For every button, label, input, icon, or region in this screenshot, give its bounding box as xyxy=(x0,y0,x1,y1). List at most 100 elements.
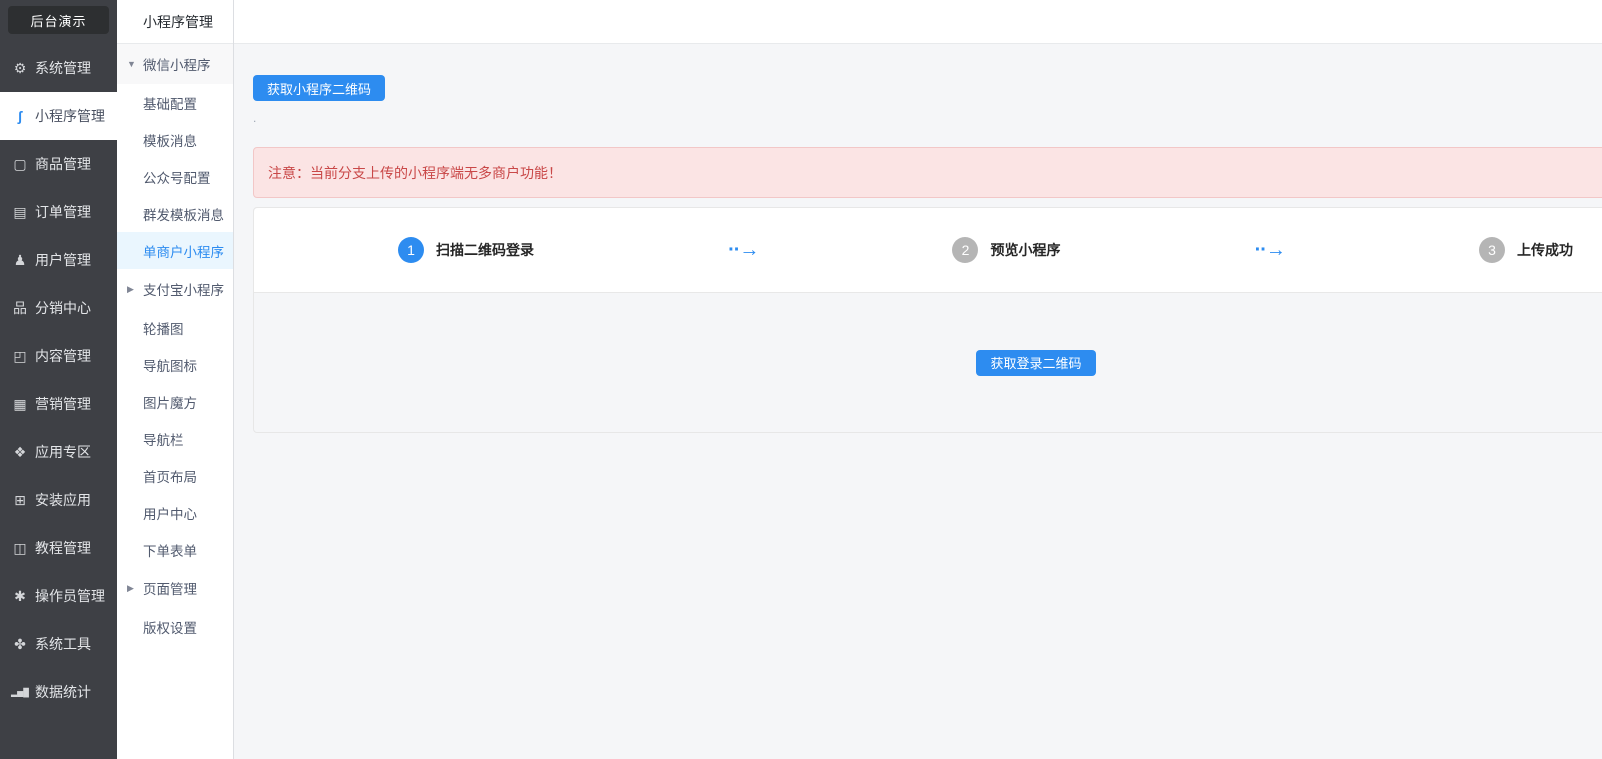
sidebar-item-label: 系统管理 xyxy=(35,60,91,76)
steps-bar: 1 扫描二维码登录 ··→ 2 预览小程序 ··→ 3 上传成功 xyxy=(254,208,1602,293)
primary-nav: ⚙ 系统管理 ʃ 小程序管理 ▢ 商品管理 ▤ 订单管理 ♟ 用户管理品分销中心 ◰ 内容管理 ▦ 营销管… xyxy=(0,44,117,716)
sidebar-item-label: 分销中心 xyxy=(35,300,91,316)
user-icon: ♟ xyxy=(13,251,27,268)
submenu-item-single-merchant[interactable]: 单商户小程序 xyxy=(117,232,233,269)
step-label: 预览小程序 xyxy=(990,242,1061,258)
sidebar-item-content-management[interactable]: ◰ 内容管理 xyxy=(0,332,117,380)
stats-icon: ▂▅█ xyxy=(11,687,29,697)
step-number-badge: 1 xyxy=(398,237,424,263)
sidebar-item-label: 营销管理 xyxy=(35,396,91,412)
appzone-icon: ❖ xyxy=(13,443,27,460)
get-miniapp-qr-button[interactable]: 获取小程序二维码 xyxy=(253,75,386,101)
warning-alert-text: 注意：当前分支上传的小程序端无多商户功能！ xyxy=(268,164,562,181)
tools-icon: ✤ xyxy=(14,635,26,652)
chevron-right-icon: ▶ xyxy=(127,582,134,593)
submenu-item-basic-config[interactable]: 基础配置 xyxy=(117,84,233,121)
submenu-item-wechat-miniapp[interactable]: ▼ 微信小程序 xyxy=(117,44,233,84)
submenu-item-label: 首页布局 xyxy=(143,469,197,485)
submenu-item-bulk-template-msg[interactable]: 群发模板消息 xyxy=(117,195,233,232)
sidebar-item-label: 订单管理 xyxy=(35,204,91,220)
sidebar-item-app-zone[interactable]: ❖ 应用专区 xyxy=(0,428,117,476)
top-header-bar xyxy=(234,0,1602,44)
submenu-item-copyright-setting[interactable]: 版权设置 xyxy=(117,608,233,645)
submenu-item-label: 群发模板消息 xyxy=(143,207,224,223)
sidebar-item-marketing-management[interactable]: ▦ 营销管理 xyxy=(0,380,117,428)
step-1: 1 扫描二维码登录 xyxy=(398,237,534,263)
submenu-item-label: 导航图标 xyxy=(143,358,197,374)
submenu-item-official-account[interactable]: 公众号配置 xyxy=(117,158,233,195)
step-label: 扫描二维码登录 xyxy=(436,242,534,258)
install-icon: ⊞ xyxy=(14,491,26,508)
primary-sidebar: 后台演示 ⚙ 系统管理 ʃ 小程序管理 ▢ 商品管理 ▤ 订单管理 ♟ 用户管理品分销中心 ◰ 内容管… xyxy=(0,0,117,759)
submenu-item-label: 支付宝小程序 xyxy=(143,283,224,298)
stray-dot-text: . xyxy=(253,111,257,125)
sidebar-item-install-app[interactable]: ⊞ 安装应用 xyxy=(0,476,117,524)
order-icon: ▤ xyxy=(13,203,27,220)
card-body: 获取登录二维码 xyxy=(254,293,1602,432)
sidebar-item-data-statistics[interactable]: ▂▅█ 数据统计 xyxy=(0,668,117,716)
sidebar-item-label: 商品管理 xyxy=(35,156,91,172)
step-label: 上传成功 xyxy=(1516,242,1573,258)
sidebar-item-user-management[interactable]: ♟ 用户管理 xyxy=(0,236,117,284)
submenu-item-label: 基础配置 xyxy=(143,96,197,112)
submenu-item-label: 模板消息 xyxy=(143,133,197,149)
sidebar-item-order-management[interactable]: ▤ 订单管理 xyxy=(0,188,117,236)
chevron-down-icon: ▼ xyxy=(127,59,136,69)
sidebar-item-label: 操作员管理 xyxy=(35,588,105,604)
submenu-item-label: 下单表单 xyxy=(143,543,197,559)
page-content: 获取小程序二维码 . 注意：当前分支上传的小程序端无多商户功能！ 1 扫描二维码登… xyxy=(234,44,1602,433)
step-arrow-icon: ··→ xyxy=(728,239,759,261)
secondary-sidebar-title: 小程序管理 xyxy=(117,0,233,44)
sidebar-item-label: 数据统计 xyxy=(35,684,91,700)
submenu-item-label: 图片魔方 xyxy=(143,395,197,411)
step-2: 2 预览小程序 xyxy=(952,237,1060,263)
secondary-nav: ▼ 微信小程序 基础配置 模板消息 公众号配置 群发模板消息 单商户小程序 ▶ 支付宝小程序 轮播… xyxy=(117,44,233,645)
app-logo: 后台演示 xyxy=(8,6,109,34)
submenu-item-template-message[interactable]: 模板消息 xyxy=(117,121,233,158)
submenu-item-nav-icons[interactable]: 导航图标 xyxy=(117,346,233,383)
submenu-item-alipay-miniapp[interactable]: ▶ 支付宝小程序 xyxy=(117,269,233,309)
step-number-badge: 2 xyxy=(952,237,979,263)
submenu-item-home-layout[interactable]: 首页布局 xyxy=(117,457,233,494)
get-login-qr-button[interactable]: 获取登录二维码 xyxy=(976,349,1096,376)
goods-icon: ▢ xyxy=(13,155,27,172)
app-root: 后台演示 ⚙ 系统管理 ʃ 小程序管理 ▢ 商品管理 ▤ 订单管理 ♟ 用户管理品分销中心 ◰ 内容管… xyxy=(0,0,1602,759)
tutorial-icon: ◫ xyxy=(13,539,27,556)
warning-alert: 注意：当前分支上传的小程序端无多商户功能！ xyxy=(253,147,1602,198)
submenu-item-image-cube[interactable]: 图片魔方 xyxy=(117,383,233,420)
submenu-item-label: 微信小程序 xyxy=(143,58,211,73)
submenu-item-carousel[interactable]: 轮播图 xyxy=(117,309,233,346)
sidebar-item-tutorial-management[interactable]: ◫ 教程管理 xyxy=(0,524,117,572)
sidebar-item-label: 内容管理 xyxy=(35,348,91,364)
submenu-item-label: 版权设置 xyxy=(143,620,197,636)
upload-steps-card: 1 扫描二维码登录 ··→ 2 预览小程序 ··→ 3 上传成功 获取登录二维码 xyxy=(253,207,1602,433)
marketing-icon: ▦ xyxy=(13,395,27,412)
sidebar-item-label: 应用专区 xyxy=(35,444,91,460)
sidebar-item-system-management[interactable]: ⚙ 系统管理 xyxy=(0,44,117,92)
sidebar-item-label: 安装应用 xyxy=(35,492,91,508)
sidebar-item-distribution-center[interactable]: 品分销中心 xyxy=(0,284,117,332)
submenu-item-label: 用户中心 xyxy=(143,506,197,522)
sidebar-item-operator-management[interactable]: ✱ 操作员管理 xyxy=(0,572,117,620)
step-arrow-icon: ··→ xyxy=(1254,239,1286,261)
submenu-item-nav-bar[interactable]: 导航栏 xyxy=(117,420,233,457)
content-icon: ◰ xyxy=(13,347,27,364)
operator-icon: ✱ xyxy=(14,587,26,604)
sidebar-item-system-tools[interactable]: ✤ 系统工具 xyxy=(0,620,117,668)
sidebar-item-label: 系统工具 xyxy=(35,636,91,652)
miniapp-icon: ʃ xyxy=(17,108,23,124)
sidebar-item-miniapp-management[interactable]: ʃ 小程序管理 xyxy=(0,92,117,140)
submenu-item-page-management[interactable]: ▶ 页面管理 xyxy=(117,568,233,608)
secondary-sidebar: 小程序管理 ▼ 微信小程序 基础配置 模板消息 公众号配置 群发模板消息 单商户小程序 ▶ 支付… xyxy=(117,0,234,759)
sidebar-item-label: 用户管理 xyxy=(35,252,91,268)
submenu-item-label: 页面管理 xyxy=(143,582,197,597)
sidebar-item-label: 教程管理 xyxy=(35,540,91,556)
submenu-item-order-form[interactable]: 下单表单 xyxy=(117,531,233,568)
submenu-item-label: 公众号配置 xyxy=(143,170,211,186)
sidebar-item-goods-management[interactable]: ▢ 商品管理 xyxy=(0,140,117,188)
submenu-item-user-center[interactable]: 用户中心 xyxy=(117,494,233,531)
main-area: 获取小程序二维码 . 注意：当前分支上传的小程序端无多商户功能！ 1 扫描二维码登… xyxy=(234,0,1602,759)
step-number-badge: 3 xyxy=(1478,237,1505,263)
share-icon: 品 xyxy=(13,300,27,316)
step-3: 3 上传成功 xyxy=(1478,237,1573,263)
